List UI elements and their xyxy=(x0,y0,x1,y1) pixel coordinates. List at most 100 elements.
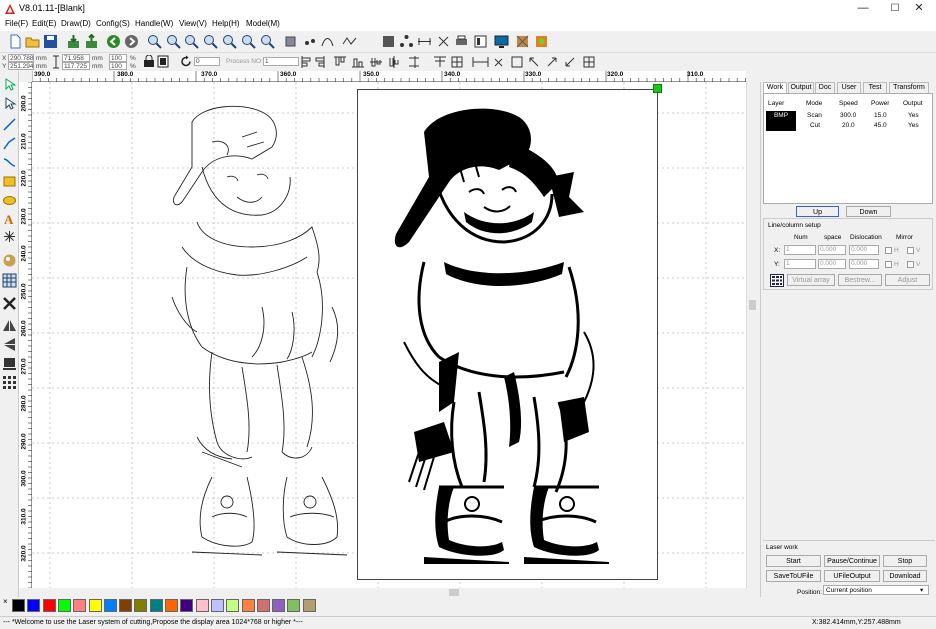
open-folder-icon[interactable] xyxy=(25,34,40,49)
zoom-fit-icon[interactable] xyxy=(203,34,218,49)
new-file-icon[interactable] xyxy=(8,34,23,49)
mirror-lock-icon[interactable] xyxy=(157,55,169,68)
color-swatch[interactable] xyxy=(12,599,25,612)
array-x-num-input[interactable]: 1 xyxy=(784,245,816,255)
minimize-button[interactable]: — xyxy=(846,0,880,18)
tab-work[interactable]: Work xyxy=(763,82,787,93)
horizontal-scrollbar[interactable] xyxy=(32,588,746,597)
color-swatch[interactable] xyxy=(272,599,286,612)
color-swatch[interactable] xyxy=(226,599,240,612)
menu-config[interactable]: Config(S) xyxy=(96,19,130,28)
rotate-input[interactable]: 0 xyxy=(194,57,220,66)
mirror-y-v-checkbox[interactable] xyxy=(907,261,914,268)
dot-icon[interactable] xyxy=(2,229,17,244)
virtual-array-button[interactable]: Virtual array xyxy=(787,274,835,286)
tab-output[interactable]: Output xyxy=(788,82,814,93)
tab-doc[interactable]: Doc xyxy=(815,82,835,93)
bitmap-handle-icon[interactable] xyxy=(381,34,396,49)
menu-handle[interactable]: Handle(W) xyxy=(135,19,173,28)
position-select[interactable]: Current position ▾ xyxy=(823,585,929,595)
array-y-dislocation-input[interactable]: 0.000 xyxy=(849,259,879,269)
tab-user[interactable]: User xyxy=(837,82,861,93)
rotate-icon[interactable] xyxy=(180,55,192,68)
scale-y-input[interactable]: 100 xyxy=(109,62,127,70)
horizontal-scroll-thumb[interactable] xyxy=(449,589,459,596)
size-lock-icon[interactable] xyxy=(52,54,60,70)
color-swatch[interactable] xyxy=(42,599,56,612)
menu-draw[interactable]: Draw(D) xyxy=(61,19,91,28)
up-button[interactable]: Up xyxy=(796,206,839,217)
vertical-scroll-thumb[interactable] xyxy=(749,300,756,310)
bestrew-button[interactable]: Bestrew... xyxy=(838,274,882,286)
select-arrow-icon[interactable] xyxy=(2,77,17,92)
zoom-page-icon[interactable] xyxy=(222,34,237,49)
color-swatch[interactable] xyxy=(180,599,194,612)
adjust-button[interactable]: Adjust xyxy=(885,274,930,286)
array-y-num-input[interactable]: 1 xyxy=(784,259,816,269)
monitor-icon[interactable] xyxy=(494,34,509,49)
menu-file[interactable]: File(F) xyxy=(5,19,28,28)
node-edit-icon[interactable] xyxy=(302,34,317,49)
color-swatch[interactable] xyxy=(256,599,270,612)
array-y-space-input[interactable]: 0.000 xyxy=(818,259,846,269)
pause-continue-button[interactable]: Pause/Continue xyxy=(824,555,880,567)
menu-help[interactable]: Help(H) xyxy=(212,19,240,28)
table-row[interactable]: Cut 20.0 45.0 Yes xyxy=(764,121,932,131)
stop-button[interactable]: Stop xyxy=(883,555,927,567)
print-icon[interactable] xyxy=(454,34,469,49)
color-swatch[interactable] xyxy=(165,599,178,612)
height-input[interactable]: 117.725 xyxy=(62,62,90,70)
width-input[interactable]: 71.958 xyxy=(62,54,90,62)
undo-icon[interactable] xyxy=(106,34,121,49)
y-position-input[interactable]: 251.294 xyxy=(8,62,34,70)
color-swatch[interactable] xyxy=(149,599,163,612)
line-icon[interactable] xyxy=(2,117,17,132)
color-swatch[interactable] xyxy=(210,599,224,612)
bitmap-figure[interactable] xyxy=(384,102,614,564)
mirror-x-h-checkbox[interactable] xyxy=(885,247,892,254)
tree-icon[interactable] xyxy=(399,34,414,49)
no-color-mark[interactable]: × xyxy=(3,597,8,606)
measure-icon[interactable] xyxy=(417,34,432,49)
tab-transform[interactable]: Transform xyxy=(889,82,929,93)
table-row[interactable]: BMP Scan 300.0 15.0 Yes xyxy=(764,111,932,121)
color-swatch[interactable] xyxy=(103,599,117,612)
grid-icon[interactable] xyxy=(2,273,17,288)
scale-x-input[interactable]: 100 xyxy=(109,54,127,62)
save-icon[interactable] xyxy=(43,34,58,49)
zoom-out-icon[interactable] xyxy=(166,34,181,49)
rectangle-icon[interactable] xyxy=(2,174,17,189)
save-to-ufile-button[interactable]: SaveToUFile xyxy=(766,570,821,582)
cut-line-icon[interactable] xyxy=(436,34,451,49)
x-position-input[interactable]: 290.788 xyxy=(8,54,34,62)
color-swatch[interactable] xyxy=(134,599,148,612)
layer-color-bmp[interactable]: BMP xyxy=(766,111,796,121)
align-bottom-icon[interactable] xyxy=(2,356,17,371)
down-button[interactable]: Down xyxy=(846,206,891,217)
delete-icon[interactable] xyxy=(2,296,17,311)
mirror-horizontal-icon[interactable] xyxy=(2,318,17,333)
select-all-icon[interactable] xyxy=(283,34,298,49)
polyline-icon[interactable] xyxy=(2,136,17,151)
ellipse-icon[interactable] xyxy=(2,193,17,208)
zoom-select-icon[interactable] xyxy=(241,34,256,49)
curve-icon[interactable] xyxy=(320,34,335,49)
color-swatch[interactable] xyxy=(287,599,301,612)
color-swatch[interactable] xyxy=(241,599,255,612)
image-import-icon[interactable] xyxy=(2,253,17,268)
outline-figure[interactable] xyxy=(142,97,357,559)
menu-edit[interactable]: Edit(E) xyxy=(32,19,56,28)
menu-view[interactable]: View(V) xyxy=(179,19,207,28)
menu-model[interactable]: Model(M) xyxy=(246,19,280,28)
array-x-space-input[interactable]: 0.000 xyxy=(818,245,846,255)
color-swatch[interactable] xyxy=(119,599,133,612)
drawing-canvas[interactable] xyxy=(32,82,746,588)
node-select-icon[interactable] xyxy=(2,96,17,111)
color-swatch[interactable] xyxy=(195,599,209,612)
array-icon[interactable] xyxy=(2,375,17,390)
close-button[interactable]: ✕ xyxy=(902,0,936,18)
download-button[interactable]: Download xyxy=(883,570,927,582)
import-icon[interactable] xyxy=(66,34,81,49)
doc-icon[interactable] xyxy=(473,34,488,49)
redo-icon[interactable] xyxy=(124,34,139,49)
